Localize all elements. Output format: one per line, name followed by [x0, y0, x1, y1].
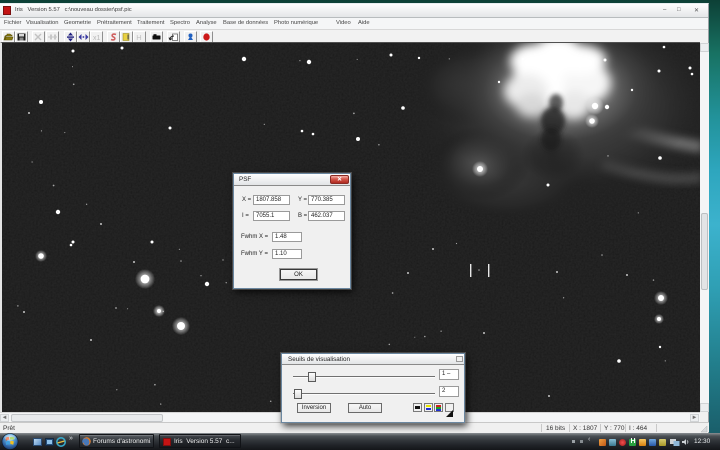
svg-text:x1: x1 [93, 35, 101, 42]
svg-text:H: H [136, 33, 141, 42]
